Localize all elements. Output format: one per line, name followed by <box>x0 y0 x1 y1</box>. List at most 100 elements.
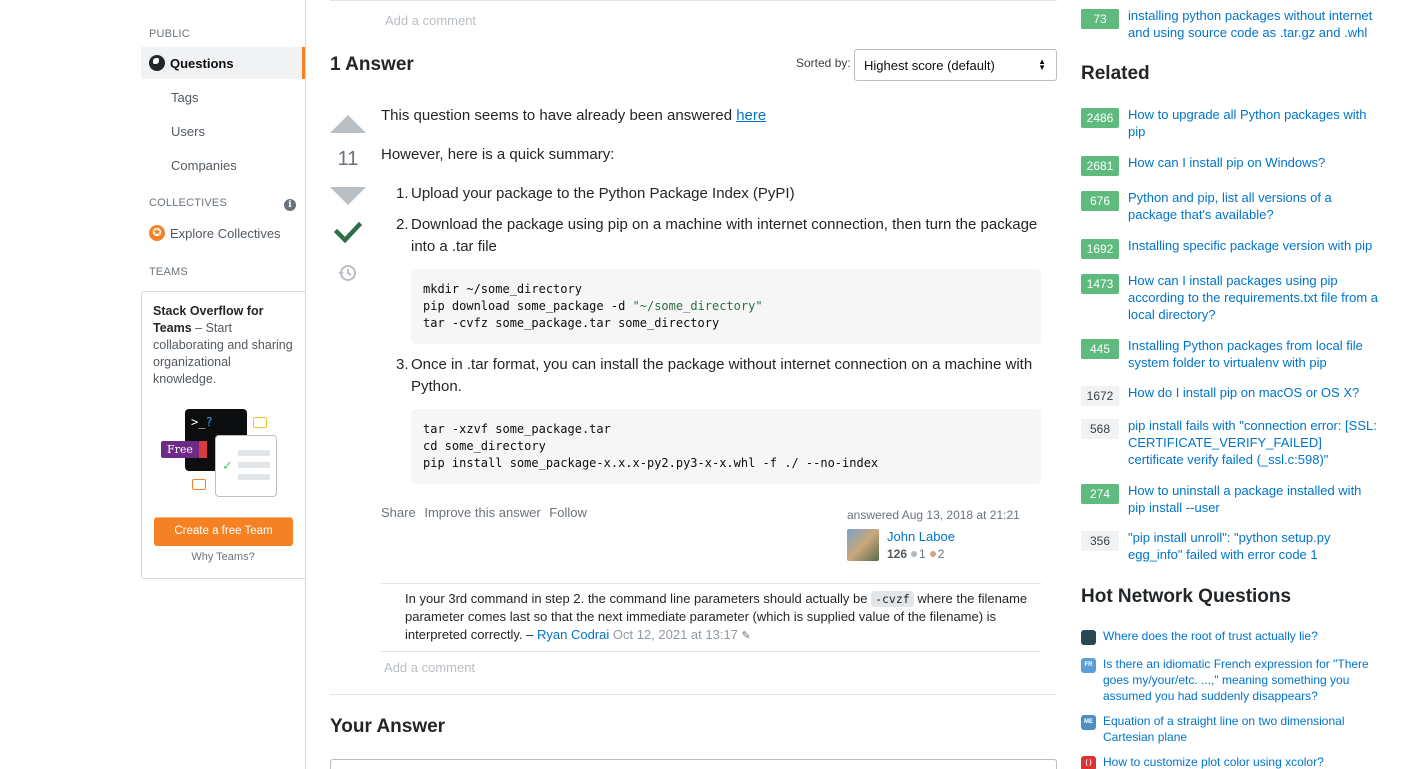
hot-network-question-link[interactable]: Equation of a straight line on two dimen… <box>1103 713 1373 745</box>
related-question-link[interactable]: How to upgrade all Python packages with … <box>1128 106 1380 140</box>
related-question-link[interactable]: How to uninstall a package installed wit… <box>1128 482 1380 516</box>
comment-date: Oct 12, 2021 at 13:17 <box>612 627 738 642</box>
hot-network-heading: Hot Network Questions <box>1081 586 1292 607</box>
document-icon: ✓ <box>215 435 277 497</box>
share-link[interactable]: Share <box>381 505 416 520</box>
step-number: 1. <box>396 185 409 202</box>
code-line: pip install some_package-x.x.x-py2.py3-x… <box>423 455 879 470</box>
teams-description: Stack Overflow for Teams – Start collabo… <box>153 303 294 388</box>
comment-text: In your 3rd command in step 2. the comma… <box>405 591 872 606</box>
hot-network-question-link[interactable]: Where does the root of trust actually li… <box>1103 628 1373 644</box>
nav-questions[interactable]: Questions <box>141 47 305 79</box>
hot-network-question-link[interactable]: Is there an idiomatic French expression … <box>1103 656 1373 704</box>
explore-collectives-label: Explore Collectives <box>170 225 281 241</box>
answer-score-badge: 274 <box>1081 484 1119 504</box>
create-team-button[interactable]: Create a free Team <box>154 517 293 546</box>
code-line: tar -cvfz some_package.tar some_director… <box>423 315 720 330</box>
related-question-link[interactable]: Python and pip, list all versions of a p… <box>1128 189 1380 223</box>
code-block: tar -xzvf some_package.tar cd some_direc… <box>411 408 1041 484</box>
answer-score-badge: 676 <box>1081 191 1119 211</box>
answer-summary: However, here is a quick summary: <box>381 146 615 163</box>
answer-score-badge: 1672 <box>1081 386 1119 406</box>
info-icon[interactable]: i <box>284 199 296 211</box>
answer-score-badge: 356 <box>1081 531 1119 551</box>
teams-section-label: TEAMS <box>149 266 188 278</box>
add-comment-link[interactable]: Add a comment <box>381 660 475 675</box>
code-line: cd some_directory <box>423 438 546 453</box>
bronze-count: 2 <box>937 547 945 561</box>
public-section-label: PUBLIC <box>149 28 190 40</box>
silver-count: 1 <box>919 547 926 561</box>
divider <box>330 694 1057 695</box>
downvote-icon[interactable] <box>330 187 366 205</box>
history-icon[interactable] <box>337 263 357 283</box>
edit-pencil-icon: ✎ <box>741 630 751 642</box>
linked-question-link[interactable]: installing python packages without inter… <box>1128 7 1380 41</box>
code-line: pip download some_package -d <box>423 298 633 313</box>
hot-network-question-link[interactable]: How to customize plot color using xcolor… <box>1103 754 1373 769</box>
improve-answer-link[interactable]: Improve this answer <box>424 505 540 520</box>
related-question-link[interactable]: "pip install unroll": "python setup.py e… <box>1128 529 1380 563</box>
answer-score-badge: 2681 <box>1081 156 1119 176</box>
collectives-icon: ✪ <box>149 225 165 241</box>
sort-select-value: Highest score (default) <box>864 58 995 73</box>
nav-users[interactable]: Users <box>141 115 305 147</box>
nav-tags[interactable]: Tags <box>141 81 305 113</box>
left-sidebar: PUBLIC Questions Tags Users Companies CO… <box>0 0 306 769</box>
avatar[interactable] <box>847 529 879 561</box>
related-question-link[interactable]: Installing Python packages from local fi… <box>1128 337 1380 371</box>
list-item: 1. Upload your package to the Python Pac… <box>396 183 1051 206</box>
select-arrows-icon: ▲ ▼ <box>1038 57 1046 72</box>
free-badge: Free <box>161 441 207 458</box>
step-text: Download the package using pip on a mach… <box>411 215 1038 256</box>
answer-body: This question seems to have already been… <box>381 105 1051 183</box>
related-heading: Related <box>1081 63 1150 84</box>
step-number: 2. <box>396 215 409 233</box>
nav-companies[interactable]: Companies <box>141 149 305 181</box>
user-reputation: 126 1 2 <box>887 547 944 561</box>
why-teams-link[interactable]: Why Teams? <box>142 551 304 563</box>
list-item: 3. Once in .tar format, you can install … <box>396 354 1051 484</box>
code-string: "~/some_directory" <box>632 298 763 313</box>
user-name-link[interactable]: John Laboe <box>887 529 955 544</box>
question-comments: Add a comment <box>330 0 1057 35</box>
reputation-score: 126 <box>887 547 908 561</box>
code-line: mkdir ~/some_directory <box>423 281 582 296</box>
post-menu: Share Improve this answer Follow <box>381 505 592 520</box>
step-text: Once in .tar format, you can install the… <box>411 355 1033 396</box>
teams-promo: Stack Overflow for Teams – Start collabo… <box>141 291 305 579</box>
related-question-link[interactable]: Installing specific package version with… <box>1128 237 1380 254</box>
security-se-icon <box>1081 630 1096 645</box>
comment-user-link[interactable]: Ryan Codrai <box>537 627 609 642</box>
accepted-check-icon <box>334 221 362 244</box>
sort-select[interactable]: Highest score (default) ▲ ▼ <box>854 49 1057 81</box>
silver-badge-icon <box>911 551 918 557</box>
step-text: Upload your package to the Python Packag… <box>411 185 795 202</box>
french-se-icon: FR <box>1081 658 1096 673</box>
related-question-link[interactable]: How can I install pip on Windows? <box>1128 154 1380 171</box>
answers-count-header: 1 Answer <box>330 54 414 75</box>
related-question-link[interactable]: How can I install packages using pip acc… <box>1128 272 1380 323</box>
tex-se-icon: { } <box>1081 756 1096 769</box>
steps-list: 1. Upload your package to the Python Pac… <box>381 183 1051 494</box>
upvote-icon[interactable] <box>330 115 366 133</box>
answer-editor[interactable] <box>330 759 1057 769</box>
list-item: 2. Download the package using pip on a m… <box>396 214 1051 344</box>
math-educators-se-icon: ME <box>1081 715 1096 730</box>
related-question-link[interactable]: How do I install pip on macOS or OS X? <box>1128 384 1380 401</box>
follow-link[interactable]: Follow <box>549 505 587 520</box>
answer-score-badge: 1692 <box>1081 239 1119 259</box>
related-question-link[interactable]: pip install fails with "connection error… <box>1128 417 1380 468</box>
answer-score-badge: 73 <box>1081 9 1119 29</box>
answered-time: answered Aug 13, 2018 at 21:21 <box>847 508 1020 522</box>
add-comment-link[interactable]: Add a comment <box>330 1 1057 28</box>
sorted-by-label: Sorted by: <box>796 56 851 70</box>
step-number: 3. <box>396 355 409 373</box>
here-link[interactable]: here <box>736 107 766 124</box>
bronze-badge-icon <box>929 551 936 557</box>
vote-count: 11 <box>337 148 359 170</box>
answer-score-badge: 1473 <box>1081 274 1119 294</box>
nav-explore-collectives[interactable]: ✪ Explore Collectives <box>141 217 305 249</box>
answer-score-badge: 568 <box>1081 419 1119 439</box>
nav-questions-label: Questions <box>170 55 234 71</box>
